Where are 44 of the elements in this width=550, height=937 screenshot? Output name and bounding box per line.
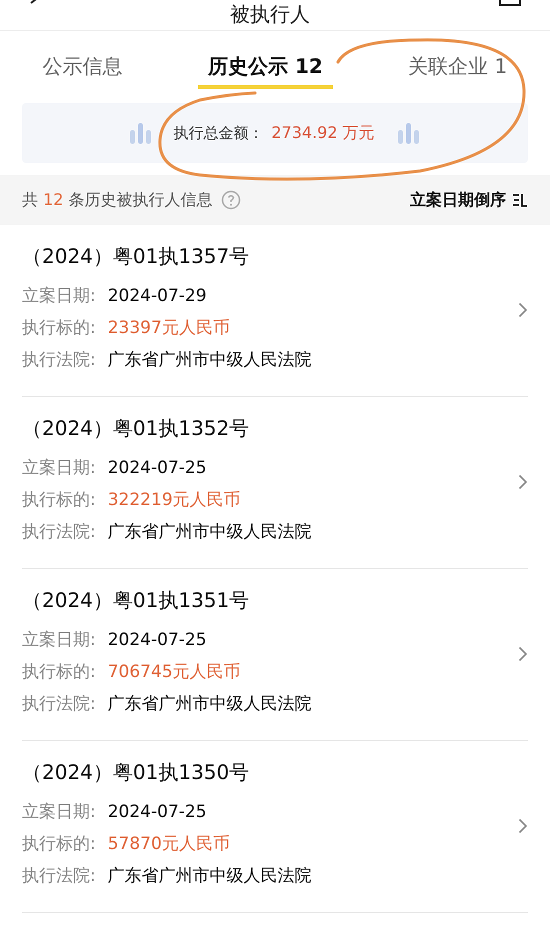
chevron-right-icon[interactable] — [518, 818, 528, 834]
chevron-right-icon[interactable] — [518, 302, 528, 318]
chevron-right-icon[interactable] — [518, 646, 528, 662]
field-label: 执行法院: — [22, 865, 96, 888]
chevron-right-icon[interactable] — [518, 474, 528, 490]
field-value: 广东省广州市中级人民法院 — [108, 865, 312, 888]
case-number[interactable]: （2024）粤01执1357号 — [22, 243, 518, 270]
help-icon[interactable] — [220, 190, 241, 210]
field-label: 执行标的: — [22, 833, 96, 856]
sort-icon — [512, 193, 528, 207]
field-label: 执行标的: — [22, 661, 96, 684]
total-amount-label: 执行总金额： — [173, 124, 264, 142]
field-value: 广东省广州市中级人民法院 — [108, 349, 312, 372]
case-number[interactable]: （2024）粤01执1351号 — [22, 587, 518, 614]
bar-chart-icon — [396, 122, 421, 144]
tab[interactable]: 关联企业 1 — [398, 47, 518, 89]
case-number[interactable]: （2024）粤01执1352号 — [22, 415, 518, 442]
field-label: 立案日期: — [22, 285, 96, 308]
field-value: 322219元人民币 — [108, 489, 241, 512]
field-value: 23397元人民币 — [108, 317, 230, 340]
total-amount-value: 2734.92 万元 — [271, 122, 375, 144]
field-label: 执行标的: — [22, 317, 96, 340]
tab[interactable]: 历史公示 12 — [198, 47, 333, 89]
field-value: 广东省广州市中级人民法院 — [108, 693, 312, 716]
field-label: 执行法院: — [22, 521, 96, 544]
case-number[interactable]: （2024）粤01执1350号 — [22, 759, 518, 786]
sort-button[interactable]: 立案日期倒序 — [410, 190, 528, 210]
field-value: 57870元人民币 — [108, 833, 230, 856]
record-count-text: 共 12 条历史被执行人信息 — [22, 190, 213, 210]
field-value: 2024-07-25 — [108, 457, 207, 480]
field-value: 2024-07-29 — [108, 285, 207, 308]
field-label: 立案日期: — [22, 629, 96, 652]
field-value: 2024-07-25 — [108, 629, 207, 652]
field-label: 立案日期: — [22, 457, 96, 480]
tab[interactable]: 公示信息 — [32, 47, 133, 89]
field-label: 执行标的: — [22, 489, 96, 512]
field-value: 广东省广州市中级人民法院 — [108, 521, 312, 544]
field-label: 执行法院: — [22, 693, 96, 716]
page-title: 被执行人 — [230, 2, 310, 26]
field-value: 2024-07-25 — [108, 801, 207, 824]
field-label: 立案日期: — [22, 801, 96, 824]
bar-chart-icon — [129, 122, 154, 144]
field-value: 706745元人民币 — [108, 661, 241, 684]
field-label: 执行法院: — [22, 349, 96, 372]
